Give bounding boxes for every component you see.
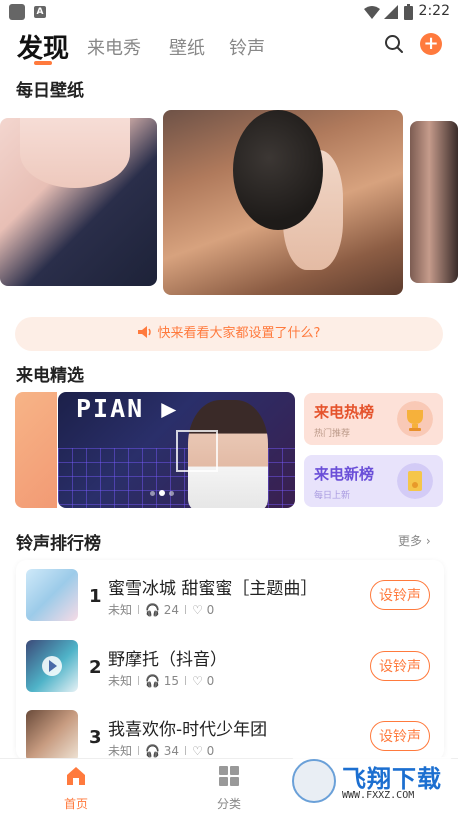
heart-icon: ♡ [192, 603, 203, 617]
song-cover [26, 569, 78, 621]
status-bar: A 2:22 [0, 0, 458, 24]
rank-number: 1 [89, 586, 102, 607]
ringtone-picks-title: 来电精选 [16, 366, 84, 386]
speaker-icon [137, 326, 151, 338]
home-icon [67, 767, 85, 785]
wifi-icon [364, 6, 380, 19]
watermark-logo-icon [292, 759, 336, 803]
set-ringtone-button[interactable]: 设铃声 [370, 651, 430, 681]
song-meta: 未知 🎧 15 ♡ 0 [108, 674, 215, 688]
rank-number: 2 [89, 657, 102, 678]
headphones-icon: 🎧 [145, 603, 160, 617]
app-notification-icon [9, 4, 25, 20]
notice-text: 快来看看大家都设置了什么? [157, 326, 321, 341]
song-cover [26, 710, 78, 762]
play-icon [42, 656, 62, 676]
headphones-icon: 🎧 [145, 674, 160, 688]
new-music-icon [397, 463, 433, 499]
carousel-dots [150, 481, 178, 500]
tab-discover[interactable]: 发现 [17, 28, 69, 65]
song-title: 蜜雪冰城 甜蜜蜜［主题曲］ [108, 579, 318, 599]
ranking-list: 1 蜜雪冰城 甜蜜蜜［主题曲］ 未知 🎧 24 ♡ 0 设铃声 2 野摩托（抖音） … [16, 560, 444, 762]
song-title: 我喜欢你-时代少年团 [108, 720, 268, 740]
site-watermark: 飞翔下载 WWW.FXXZ.COM [292, 757, 452, 805]
watermark-url: WWW.FXXZ.COM [342, 790, 415, 801]
banner-prev-slide[interactable] [15, 392, 57, 508]
list-item[interactable]: 2 野摩托（抖音） 未知 🎧 15 ♡ 0 设铃声 [16, 631, 444, 701]
watermark-brand: 飞翔下载 [342, 765, 442, 793]
notice-bar[interactable]: 快来看看大家都设置了什么? [15, 317, 443, 351]
grid-icon [219, 766, 239, 786]
headphones-icon: 🎧 [145, 744, 160, 758]
song-meta: 未知 🎧 24 ♡ 0 [108, 603, 215, 617]
wallpaper-card-featured[interactable] [163, 110, 403, 295]
search-icon[interactable] [384, 34, 404, 54]
tab-wallpaper[interactable]: 壁纸 [169, 34, 205, 60]
focus-frame [176, 430, 218, 472]
song-cover [26, 640, 78, 692]
rank-number: 3 [89, 727, 102, 748]
daily-wallpaper-title: 每日壁纸 [16, 81, 84, 101]
hot-chart-title: 来电热榜 [314, 403, 375, 421]
new-chart-card[interactable]: 来电新榜 每日上新 [304, 455, 443, 507]
tab-ringtone[interactable]: 铃声 [229, 34, 265, 60]
hot-chart-subtitle: 热门推荐 [314, 429, 351, 439]
ringtone-ranking-title: 铃声排行榜 [16, 534, 101, 554]
set-ringtone-button[interactable]: 设铃声 [370, 580, 430, 610]
new-chart-title: 来电新榜 [314, 465, 375, 483]
battery-icon [404, 4, 413, 20]
wallpaper-card[interactable] [410, 121, 458, 283]
set-ringtone-button[interactable]: 设铃声 [370, 721, 430, 751]
hot-chart-card[interactable]: 来电热榜 热门推荐 [304, 393, 443, 445]
more-link[interactable]: 更多 › [398, 532, 431, 549]
heart-icon: ♡ [192, 744, 203, 758]
song-title: 野摩托（抖音） [108, 650, 227, 670]
wallpaper-card[interactable] [0, 118, 157, 286]
tab-caller-show[interactable]: 来电秀 [87, 34, 141, 60]
featured-banner[interactable]: PIAN ▶ [58, 392, 295, 508]
new-chart-subtitle: 每日上新 [314, 491, 351, 501]
song-meta: 未知 🎧 34 ♡ 0 [108, 744, 215, 758]
nav-home[interactable]: 首页 [46, 765, 106, 812]
trophy-icon [397, 401, 433, 437]
banner-text: PIAN ▶ [76, 394, 179, 423]
list-item[interactable]: 1 蜜雪冰城 甜蜜蜜［主题曲］ 未知 🎧 24 ♡ 0 设铃声 [16, 560, 444, 630]
heart-icon: ♡ [192, 674, 203, 688]
nav-category[interactable]: 分类 [199, 765, 259, 812]
notification-letter-icon: A [34, 6, 46, 18]
active-tab-indicator [34, 61, 52, 65]
signal-icon [384, 5, 398, 19]
add-button[interactable]: + [420, 33, 442, 55]
clock: 2:22 [418, 3, 450, 19]
